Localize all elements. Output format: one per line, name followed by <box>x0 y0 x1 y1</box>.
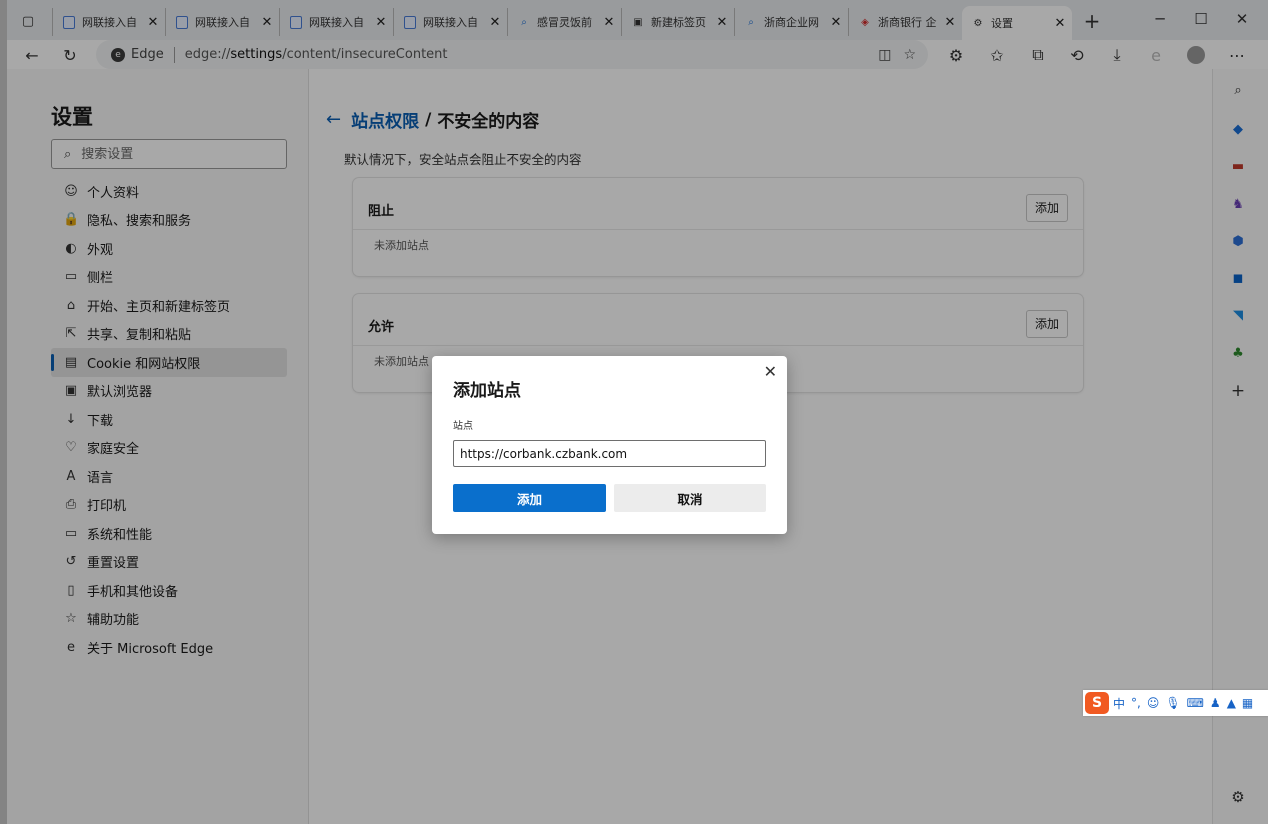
site-field-label: 站点 <box>453 421 473 432</box>
add-site-dialog: ✕ 添加站点 站点 添加 取消 <box>432 356 787 534</box>
emoji-icon[interactable]: ☺ <box>1147 696 1160 710</box>
grid-icon[interactable]: ▦ <box>1242 696 1253 710</box>
add-confirm-button[interactable]: 添加 <box>453 484 606 512</box>
cancel-button[interactable]: 取消 <box>614 484 766 512</box>
keyboard-icon[interactable]: ⌨ <box>1187 696 1204 710</box>
ime-lang-toggle[interactable]: 中 <box>1113 695 1125 712</box>
site-input[interactable] <box>453 440 766 467</box>
microphone-icon[interactable]: 🎙 <box>1165 696 1180 710</box>
sogou-logo-icon[interactable]: S <box>1085 692 1109 714</box>
user-icon[interactable]: ♟ <box>1210 696 1221 710</box>
skin-icon[interactable]: ▲ <box>1227 696 1236 710</box>
ime-toolbar: S 中 °, ☺ 🎙 ⌨ ♟ ▲ ▦ <box>1083 690 1268 716</box>
ime-punct-toggle[interactable]: °, <box>1131 696 1141 710</box>
dialog-title: 添加站点 <box>453 381 521 401</box>
close-icon[interactable]: ✕ <box>764 362 777 381</box>
